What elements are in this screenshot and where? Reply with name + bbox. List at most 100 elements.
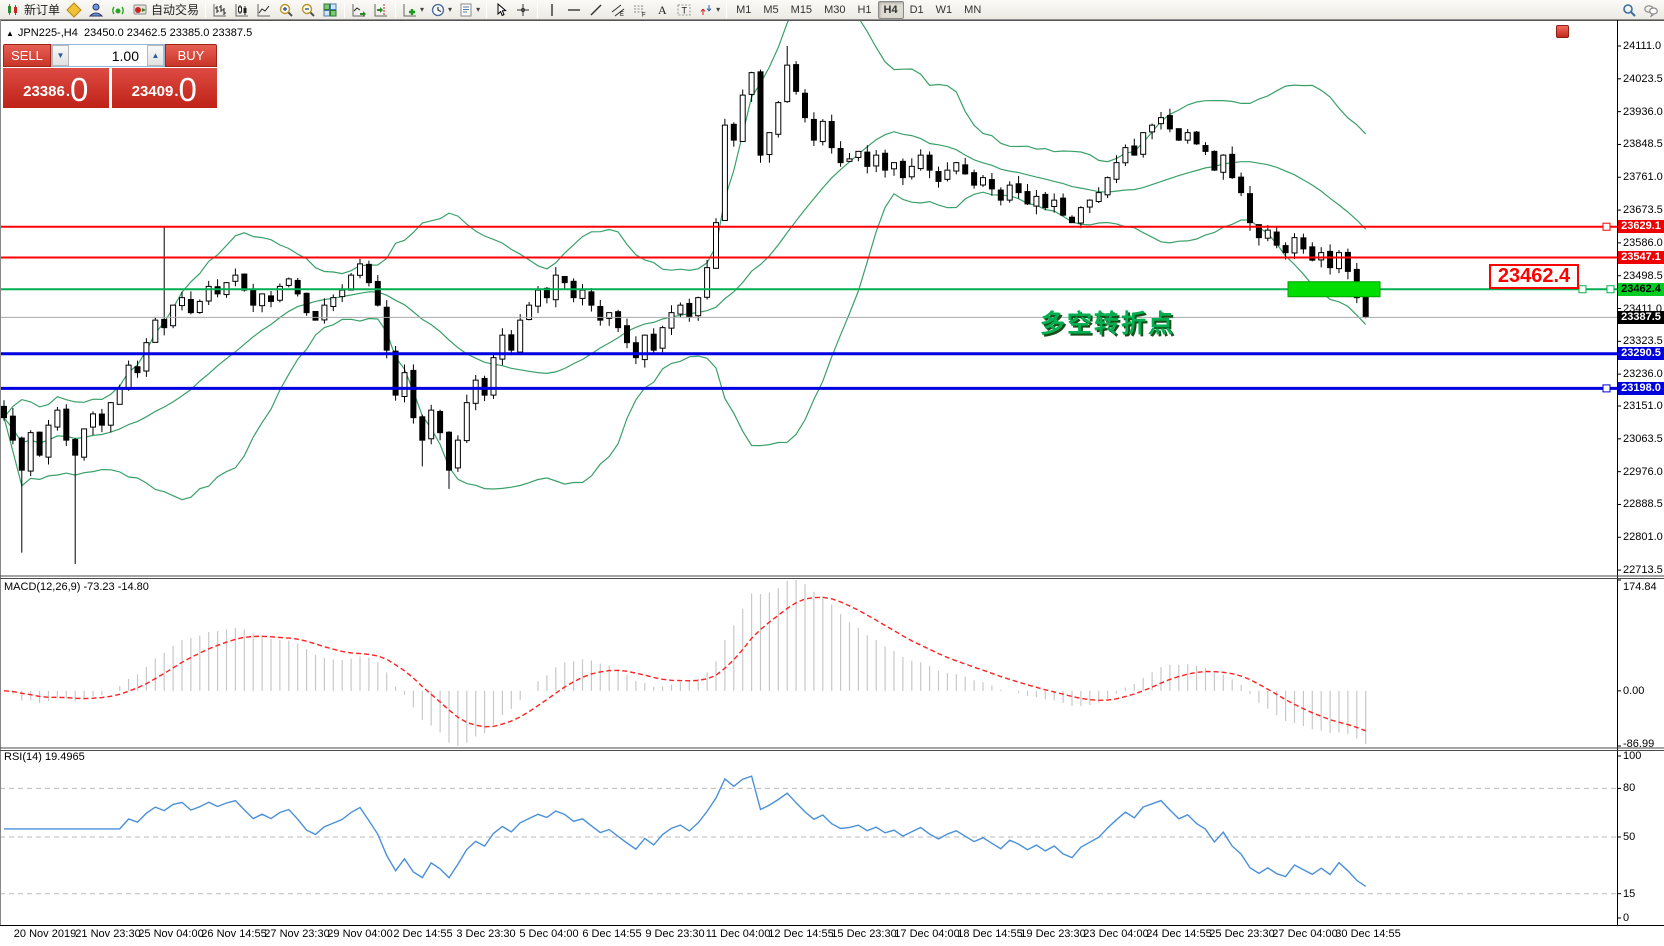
axis-label: 15 bbox=[1623, 888, 1664, 900]
text-label-icon: T bbox=[676, 2, 692, 18]
sell-price-int: 23386 bbox=[23, 79, 65, 105]
rsi-label: RSI(14) 19.4965 bbox=[4, 751, 85, 763]
profile-button[interactable] bbox=[85, 1, 107, 19]
timeframe-mn-button[interactable]: MN bbox=[958, 1, 987, 19]
collapse-icon[interactable]: ▲ bbox=[6, 29, 14, 38]
axis-label: -86.99 bbox=[1623, 738, 1664, 750]
buy-price-quote[interactable]: 23409 . 0 bbox=[112, 68, 218, 108]
axis-label: 22713.5 bbox=[1623, 564, 1664, 576]
timeframe-d1-button[interactable]: D1 bbox=[904, 1, 930, 19]
vertical-line-button[interactable] bbox=[541, 1, 563, 19]
timeframe-h1-button[interactable]: H1 bbox=[851, 1, 877, 19]
templates-button[interactable]: ▾ bbox=[455, 1, 483, 19]
time-axis-label: 25 Dec 23:30 bbox=[1209, 928, 1274, 940]
buy-button[interactable]: BUY bbox=[165, 44, 217, 67]
timeframe-m5-button[interactable]: M5 bbox=[757, 1, 784, 19]
time-axis-label: 15 Dec 23:30 bbox=[831, 928, 896, 940]
time-axis-label: 20 Nov 2019 bbox=[14, 928, 76, 940]
sell-price-quote[interactable]: 23386 . 0 bbox=[3, 68, 109, 108]
chat-button[interactable] bbox=[1640, 1, 1662, 19]
sell-price-big-digit: 0 bbox=[70, 75, 88, 105]
tile-windows-button[interactable] bbox=[319, 1, 341, 19]
svg-text:F: F bbox=[642, 12, 646, 18]
axis-label: 174.84 bbox=[1623, 581, 1664, 593]
one-click-icon[interactable] bbox=[1556, 25, 1569, 38]
one-click-trade-panel: SELL ▼ 1.00 ▲ BUY 23386 . 0 23409 . 0 bbox=[3, 44, 217, 108]
volume-down-button[interactable]: ▼ bbox=[52, 45, 69, 66]
chart-header: ▲JPN225-,H4 23450.0 23462.5 23385.0 2338… bbox=[6, 27, 252, 39]
auto-trading-button[interactable]: 自动交易 bbox=[129, 1, 202, 19]
timeframe-h4-button[interactable]: H4 bbox=[878, 1, 904, 19]
buy-price-big-digit: 0 bbox=[179, 75, 197, 105]
zoom-in-icon bbox=[278, 2, 294, 18]
timeframe-m30-button[interactable]: M30 bbox=[818, 1, 851, 19]
time-axis-label: 29 Nov 04:00 bbox=[327, 928, 392, 940]
hline-handle[interactable] bbox=[1603, 223, 1610, 230]
macd-label: MACD(12,26,9) -73.23 -14.80 bbox=[4, 581, 149, 593]
axis-label: 23848.5 bbox=[1623, 138, 1664, 150]
time-axis-label: 21 Nov 23:30 bbox=[75, 928, 140, 940]
chart-shift-icon bbox=[373, 2, 389, 18]
signals-icon bbox=[110, 2, 126, 18]
axis-label: 23151.0 bbox=[1623, 400, 1664, 412]
signals-button[interactable] bbox=[107, 1, 129, 19]
equidistant-channel-button[interactable]: E bbox=[607, 1, 629, 19]
zoom-in-button[interactable] bbox=[275, 1, 297, 19]
indicators-button[interactable]: ▾ bbox=[399, 1, 427, 19]
turning-point-annotation[interactable]: 多空转折点 bbox=[1040, 304, 1175, 340]
price-tag-annotation[interactable]: 23462.4 bbox=[1489, 264, 1579, 289]
cursor-icon bbox=[493, 2, 509, 18]
chart-canvas[interactable] bbox=[0, 20, 1664, 946]
time-axis-label: 27 Nov 23:30 bbox=[264, 928, 329, 940]
fibonacci-button[interactable]: F bbox=[629, 1, 651, 19]
crosshair-icon bbox=[515, 2, 531, 18]
line-chart-button[interactable] bbox=[253, 1, 275, 19]
metaeditor-button[interactable] bbox=[63, 1, 85, 19]
chart-shift-button[interactable] bbox=[370, 1, 392, 19]
timeframe-w1-button[interactable]: W1 bbox=[930, 1, 959, 19]
price-line-badge: 23547.1 bbox=[1618, 251, 1664, 264]
auto-trading-icon bbox=[132, 2, 148, 18]
text-button[interactable]: A bbox=[651, 1, 673, 19]
volume-input[interactable]: 1.00 bbox=[69, 45, 147, 66]
new-order-button[interactable]: 新订单 bbox=[2, 1, 63, 19]
axis-label: 23498.5 bbox=[1623, 270, 1664, 282]
time-axis-label: 18 Dec 14:55 bbox=[957, 928, 1022, 940]
vertical-line-icon bbox=[544, 2, 560, 18]
highlight-bar[interactable] bbox=[1288, 282, 1380, 297]
arrows-button[interactable]: ▾ bbox=[695, 1, 723, 19]
timeframe-m1-button[interactable]: M1 bbox=[730, 1, 757, 19]
axis-label: 0 bbox=[1623, 912, 1664, 924]
text-label-button[interactable]: T bbox=[673, 1, 695, 19]
horizontal-line-button[interactable] bbox=[563, 1, 585, 19]
toolbar-separator bbox=[726, 2, 727, 18]
zoom-out-button[interactable] bbox=[297, 1, 319, 19]
volume-up-button[interactable]: ▲ bbox=[147, 45, 164, 66]
fibonacci-icon: F bbox=[632, 2, 648, 18]
candles-chart-button[interactable] bbox=[231, 1, 253, 19]
profile-icon bbox=[88, 2, 104, 18]
hline-handle[interactable] bbox=[1603, 385, 1610, 392]
crosshair-button[interactable] bbox=[512, 1, 534, 19]
hline-handle[interactable] bbox=[1607, 286, 1614, 293]
caret-down-icon: ▾ bbox=[716, 5, 720, 14]
bars-chart-button[interactable] bbox=[209, 1, 231, 19]
price-line-badge: 23462.4 bbox=[1618, 283, 1664, 296]
zoom-out-icon bbox=[300, 2, 316, 18]
timeframe-m15-button[interactable]: M15 bbox=[785, 1, 818, 19]
cursor-button[interactable] bbox=[490, 1, 512, 19]
hline-handle[interactable] bbox=[1579, 286, 1586, 293]
time-axis-label: 26 Nov 14:55 bbox=[201, 928, 266, 940]
periods-icon bbox=[430, 2, 446, 18]
trendline-button[interactable] bbox=[585, 1, 607, 19]
indicators-icon bbox=[402, 2, 418, 18]
auto-scroll-button[interactable] bbox=[348, 1, 370, 19]
periods-button[interactable]: ▾ bbox=[427, 1, 455, 19]
axis-label: 50 bbox=[1623, 831, 1664, 843]
caret-down-icon: ▾ bbox=[420, 5, 424, 14]
caret-down-icon: ▾ bbox=[448, 5, 452, 14]
time-axis-label: 23 Dec 04:00 bbox=[1083, 928, 1148, 940]
sell-button[interactable]: SELL bbox=[3, 44, 51, 67]
search-button[interactable] bbox=[1618, 1, 1640, 19]
new-order-label: 新订单 bbox=[24, 1, 60, 18]
